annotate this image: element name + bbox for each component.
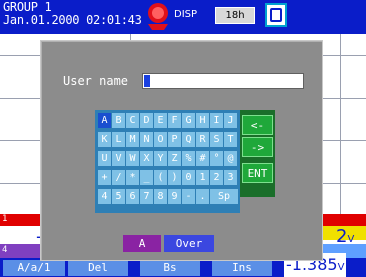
user-name-label: User name — [63, 74, 129, 88]
interval-indicator: 18h — [215, 7, 255, 24]
function-key-panel: <- -> ENT — [240, 110, 275, 197]
key-X[interactable]: X — [140, 151, 153, 166]
key-L[interactable]: L — [112, 132, 125, 147]
enter-button[interactable]: ENT — [242, 163, 273, 183]
key-degree[interactable]: ° — [210, 151, 223, 166]
datetime: Jan.01.2000 02:01:43 — [3, 13, 142, 27]
key-underscore[interactable]: _ — [140, 170, 153, 185]
channel-value-right: 2V — [336, 226, 354, 247]
cursor-left-button[interactable]: <- — [242, 115, 273, 135]
key-S[interactable]: S — [210, 132, 223, 147]
key-paren-close[interactable]: ) — [168, 170, 181, 185]
key-N[interactable]: N — [140, 132, 153, 147]
key-D[interactable]: D — [140, 113, 153, 128]
key-8[interactable]: 8 — [154, 189, 167, 204]
key-at[interactable]: @ — [224, 151, 237, 166]
key-hash[interactable]: # — [196, 151, 209, 166]
key-5[interactable]: 5 — [112, 189, 125, 204]
stop-light-icon — [148, 3, 168, 30]
insert-mode-indicator: Over — [164, 235, 214, 252]
key-1[interactable]: 1 — [196, 170, 209, 185]
key-percent[interactable]: % — [182, 151, 195, 166]
softkey-case-toggle[interactable]: A/a/1 — [3, 260, 65, 276]
key-B[interactable]: B — [112, 113, 125, 128]
key-C[interactable]: C — [126, 113, 139, 128]
key-6[interactable]: 6 — [126, 189, 139, 204]
key-M[interactable]: M — [126, 132, 139, 147]
key-3[interactable]: 3 — [224, 170, 237, 185]
character-keyboard: A B C D E F G H I J K L M N O P Q R S T … — [95, 110, 240, 213]
status-bar: GROUP 1 Jan.01.2000 02:01:43 DISP 18h — [0, 0, 366, 34]
key-G[interactable]: G — [182, 113, 195, 128]
cf-card-icon — [265, 3, 287, 27]
key-T[interactable]: T — [224, 132, 237, 147]
key-0[interactable]: 0 — [182, 170, 195, 185]
softkey-insert[interactable]: Ins — [212, 260, 272, 276]
key-R[interactable]: R — [196, 132, 209, 147]
key-P[interactable]: P — [168, 132, 181, 147]
key-space[interactable]: Sp — [210, 189, 238, 204]
text-cursor — [144, 75, 150, 87]
key-period[interactable]: . — [196, 189, 209, 204]
key-K[interactable]: K — [98, 132, 111, 147]
key-slash[interactable]: / — [112, 170, 125, 185]
value-unit: V — [337, 262, 345, 273]
value-unit: V — [347, 234, 355, 245]
char-mode-indicator: A — [123, 235, 161, 252]
key-E[interactable]: E — [154, 113, 167, 128]
key-asterisk[interactable]: * — [126, 170, 139, 185]
key-paren-open[interactable]: ( — [154, 170, 167, 185]
key-9[interactable]: 9 — [168, 189, 181, 204]
key-7[interactable]: 7 — [140, 189, 153, 204]
channel-number: 4 — [2, 245, 8, 255]
key-F[interactable]: F — [168, 113, 181, 128]
channel-number: 1 — [2, 214, 8, 224]
grid-line — [340, 34, 341, 242]
key-W[interactable]: W — [126, 151, 139, 166]
disp-label: DISP — [174, 9, 198, 20]
cursor-right-button[interactable]: -> — [242, 137, 273, 157]
key-2[interactable]: 2 — [210, 170, 223, 185]
key-H[interactable]: H — [196, 113, 209, 128]
key-Q[interactable]: Q — [182, 132, 195, 147]
key-Y[interactable]: Y — [154, 151, 167, 166]
softkey-backspace[interactable]: Bs — [140, 260, 200, 276]
key-O[interactable]: O — [154, 132, 167, 147]
key-V[interactable]: V — [112, 151, 125, 166]
key-J[interactable]: J — [224, 113, 237, 128]
key-I[interactable]: I — [210, 113, 223, 128]
key-Z[interactable]: Z — [168, 151, 181, 166]
value-number: 2 — [336, 226, 348, 247]
key-U[interactable]: U — [98, 151, 111, 166]
key-4[interactable]: 4 — [98, 189, 111, 204]
key-minus[interactable]: - — [182, 189, 195, 204]
key-plus[interactable]: + — [98, 170, 111, 185]
key-A[interactable]: A — [98, 113, 111, 128]
softkey-delete[interactable]: Del — [68, 260, 128, 276]
user-name-input[interactable] — [142, 73, 304, 89]
